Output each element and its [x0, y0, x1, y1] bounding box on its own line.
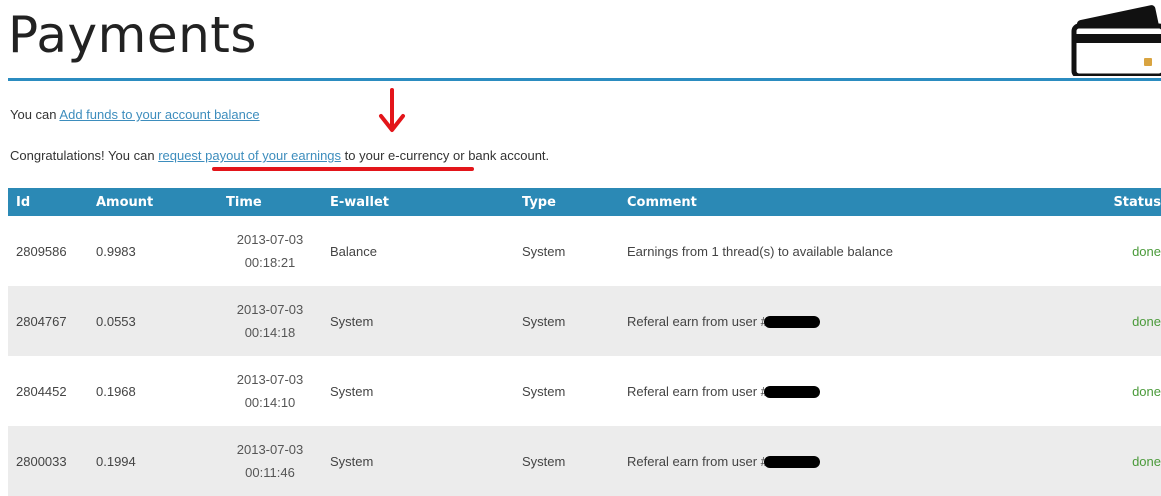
credit-card-icon: [1071, 5, 1161, 76]
cell-date: 2013-07-03: [236, 232, 304, 247]
column-header-ewallet[interactable]: E-wallet: [322, 188, 514, 216]
cell-comment: Referal earn from user #: [619, 286, 1093, 356]
column-header-type[interactable]: Type: [514, 188, 619, 216]
cell-type: System: [522, 383, 566, 399]
table-row: 2809586 0.9983 2013-07-03 00:18:21 Balanc…: [8, 216, 1161, 286]
cell-time: 2013-07-03 00:14:10: [218, 356, 322, 426]
red-underline-annotation: [212, 167, 474, 171]
cell-time: 2013-07-03 00:14:18: [218, 286, 322, 356]
redacted-user-id: [763, 386, 820, 399]
cell-clock: 00:14:18: [244, 325, 296, 340]
cell-date: 2013-07-03: [236, 372, 304, 387]
redacted-user-id: [763, 316, 820, 329]
redacted-user-id: [763, 456, 820, 469]
cell-comment-text: Referal earn from user #: [627, 453, 768, 469]
add-funds-prefix: You can: [10, 107, 57, 122]
cell-id: 2809586: [16, 243, 67, 259]
cell-ewallet: System: [330, 313, 374, 329]
cell-status: done: [1132, 243, 1161, 259]
cell-status: done: [1132, 453, 1161, 469]
cell-amount: 0.0553: [96, 313, 136, 329]
payout-notice: Congratulations! You can request payout …: [10, 148, 549, 163]
column-header-comment[interactable]: Comment: [619, 188, 1093, 216]
column-header-amount[interactable]: Amount: [88, 188, 218, 216]
cell-id: 2804767: [16, 313, 67, 329]
page-title: Payments: [8, 6, 257, 64]
cell-comment-text: Referal earn from user #: [627, 313, 768, 329]
cell-amount: 0.1994: [96, 453, 136, 469]
column-header-status[interactable]: Status: [1093, 188, 1161, 216]
table-row: 2800033 0.1994 2013-07-03 00:11:46 System…: [8, 426, 1161, 496]
add-funds-notice: You can Add funds to your account balanc…: [10, 107, 260, 122]
payout-prefix: Congratulations! You can: [10, 148, 155, 163]
cell-type: System: [522, 313, 566, 329]
cell-comment: Referal earn from user #: [619, 426, 1093, 496]
cell-ewallet: System: [330, 453, 374, 469]
cell-clock: 00:14:10: [244, 395, 296, 410]
payments-table: Id Amount Time E-wallet Type Comment Sta…: [8, 188, 1161, 496]
cell-comment-text: Referal earn from user #: [627, 383, 768, 399]
red-down-arrow-annotation: [379, 88, 405, 132]
cell-ewallet: System: [330, 383, 374, 399]
payout-suffix: to your e-currency or bank account.: [344, 148, 550, 163]
cell-status: done: [1132, 313, 1161, 329]
title-divider: [8, 78, 1161, 81]
cell-date: 2013-07-03: [236, 442, 304, 457]
cell-amount: 0.1968: [96, 383, 136, 399]
cell-status: done: [1132, 383, 1161, 399]
cell-comment: Earnings from 1 thread(s) to available b…: [627, 243, 893, 259]
cell-date: 2013-07-03: [236, 302, 304, 317]
table-row: 2804452 0.1968 2013-07-03 00:14:10 System…: [8, 356, 1161, 426]
cell-type: System: [522, 453, 566, 469]
cell-time: 2013-07-03 00:18:21: [218, 216, 322, 286]
cell-type: System: [522, 243, 566, 259]
cell-comment: Referal earn from user #: [619, 356, 1093, 426]
cell-id: 2800033: [16, 453, 67, 469]
cell-clock: 00:11:46: [245, 465, 295, 480]
table-row: 2804767 0.0553 2013-07-03 00:14:18 System…: [8, 286, 1161, 356]
request-payout-link[interactable]: request payout of your earnings: [158, 148, 341, 163]
cell-time: 2013-07-03 00:11:46: [218, 426, 322, 496]
cell-id: 2804452: [16, 383, 67, 399]
column-header-time[interactable]: Time: [218, 188, 322, 216]
cell-amount: 0.9983: [96, 243, 136, 259]
add-funds-link[interactable]: Add funds to your account balance: [59, 107, 259, 122]
column-header-id[interactable]: Id: [8, 188, 88, 216]
cell-clock: 00:18:21: [244, 255, 296, 270]
table-header-row: Id Amount Time E-wallet Type Comment Sta…: [8, 188, 1161, 216]
cell-ewallet: Balance: [330, 243, 377, 259]
